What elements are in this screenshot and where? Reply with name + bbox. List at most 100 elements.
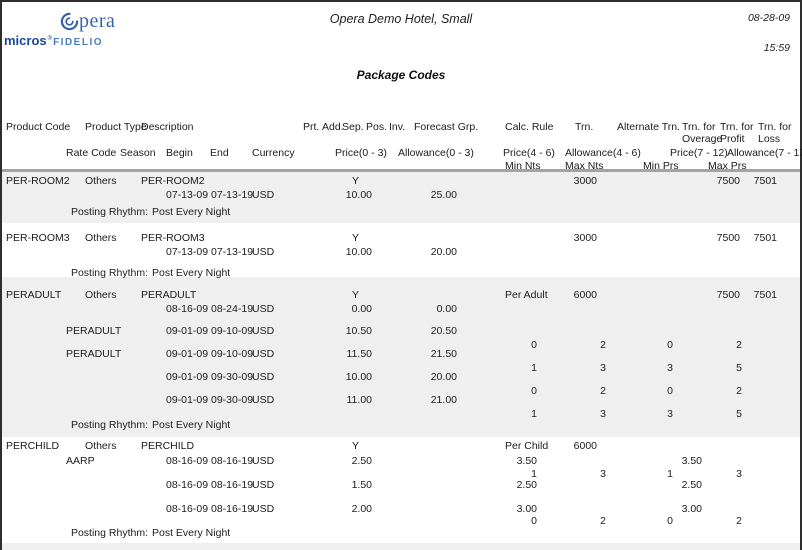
cell-begin-date: 08-16-09: [166, 503, 208, 515]
header-alternate-trn: Alternate Trn.: [617, 121, 680, 133]
cell-end-date: 07-13-19: [211, 246, 253, 258]
cell-currency: USD: [252, 189, 274, 201]
header-inv: Inv.: [389, 121, 405, 133]
package-codes-report: pera micros ® FIDELIO Opera Demo Hotel, …: [0, 0, 802, 550]
rate-row: 08-16-09 08-16-19 USD 1.50 2.50 2.50: [0, 479, 802, 492]
header-season: Season: [120, 147, 156, 159]
header-description: Description: [141, 121, 194, 133]
cell-begin-date: 08-16-09: [166, 455, 208, 467]
cell-price-0-3: 2.00: [302, 503, 372, 515]
posting-rhythm-label: Posting Rhythm:: [60, 206, 148, 218]
cell-product-code: PER-ROOM3: [6, 232, 70, 244]
posting-rhythm-label: Posting Rhythm:: [60, 419, 148, 431]
posting-rhythm-row: Posting Rhythm: Post Every Night: [0, 206, 802, 219]
cell-description: PER-ROOM3: [141, 232, 205, 244]
cell-price-0-3: 1.50: [302, 479, 372, 491]
posting-rhythm-value: Post Every Night: [152, 206, 230, 218]
cell-end-date: 08-24-19: [211, 303, 253, 315]
cell-product-type: Others: [85, 175, 117, 187]
cell-prt-flag: Y: [352, 289, 359, 301]
cell-trn: 3000: [527, 232, 597, 244]
cell-price-0-3: 10.00: [302, 189, 372, 201]
header-pos: Pos.: [366, 121, 387, 133]
cell-end-date: 08-16-19: [211, 503, 253, 515]
cell-begin-date: 09-01-09: [166, 394, 208, 406]
cell-prt-flag: Y: [352, 175, 359, 187]
registered-mark-icon: ®: [48, 36, 52, 42]
cell-end-date: 08-16-19: [211, 479, 253, 491]
cell-currency: USD: [252, 371, 274, 383]
cell-allowance-0-3: 21.00: [387, 394, 457, 406]
cell-price-4-6: 3.50: [467, 455, 537, 467]
cell-currency: USD: [252, 455, 274, 467]
micros-fidelio-wordmark: micros ® FIDELIO: [4, 33, 115, 48]
cell-begin-date: 08-16-09: [166, 303, 208, 315]
posting-rhythm-row: Posting Rhythm: Post Every Night: [0, 267, 802, 280]
rate-row: PERADULT 09-01-09 09-10-09 USD 11.50 21.…: [0, 348, 802, 361]
cell-trn: 3000: [527, 175, 597, 187]
cell-allowance-0-3: 20.00: [387, 246, 457, 258]
cell-price-4-6: 2.50: [467, 479, 537, 491]
cell-trn-for-loss: 7501: [707, 175, 777, 187]
header-price-0-3: Price(0 - 3): [335, 147, 387, 159]
cell-max-nts: 2: [536, 515, 606, 527]
cell-prt-flag: Y: [352, 440, 359, 452]
cell-begin-date: 09-01-09: [166, 348, 208, 360]
header-prt: Prt.: [303, 121, 319, 133]
header-currency: Currency: [252, 147, 295, 159]
cell-begin-date: 09-01-09: [166, 371, 208, 383]
cell-trn: 6000: [527, 289, 597, 301]
posting-rhythm-value: Post Every Night: [152, 527, 230, 539]
column-header-row-2: Rate Code Season Begin End Currency Pric…: [0, 147, 802, 160]
report-date: 08-28-09: [660, 12, 790, 24]
report-time: 15:59: [660, 42, 790, 54]
cell-currency: USD: [252, 348, 274, 360]
cell-product-type: Others: [85, 440, 117, 452]
row-band-shaded: [2, 543, 800, 550]
cell-rate-code: PERADULT: [66, 348, 121, 360]
posting-rhythm-value: Post Every Night: [152, 267, 230, 279]
cell-end-date: 09-10-09: [211, 325, 253, 337]
product-row: PERADULT Others PERADULT Y Per Adult 600…: [0, 289, 802, 302]
cell-description: PERADULT: [141, 289, 196, 301]
cell-currency: USD: [252, 303, 274, 315]
header-end: End: [210, 147, 229, 159]
cell-price-0-3: 10.50: [302, 325, 372, 337]
header-price-4-6: Price(4 - 6): [503, 147, 555, 159]
cell-end-date: 09-30-09: [211, 394, 253, 406]
header-divider: [2, 169, 800, 172]
cell-prt-flag: Y: [352, 232, 359, 244]
header-trn-for-loss: Trn. for: [758, 121, 791, 133]
cell-trn: 6000: [527, 440, 597, 452]
header-trn-for-profit: Trn. for: [720, 121, 753, 133]
cell-price-0-3: 0.00: [302, 303, 372, 315]
cell-price-0-3: 11.50: [302, 348, 372, 360]
cell-end-date: 07-13-19: [211, 189, 253, 201]
cell-price-7-12: 3.50: [632, 455, 702, 467]
cell-price-0-3: 10.00: [302, 246, 372, 258]
header-allowance-0-3: Allowance(0 - 3): [398, 147, 474, 159]
fidelio-logo-text: FIDELIO: [53, 37, 103, 48]
posting-rhythm-value: Post Every Night: [152, 419, 230, 431]
header-overage: Overage: [682, 133, 722, 145]
rate-row: 09-01-09 09-30-09 USD 11.00 21.00: [0, 394, 802, 407]
report-title: Package Codes: [0, 68, 802, 82]
cell-min-nts: 0: [467, 515, 537, 527]
header-trn-for-overage: Trn. for: [682, 121, 715, 133]
cell-end-date: 09-10-09: [211, 348, 253, 360]
cell-description: PERCHILD: [141, 440, 194, 452]
cell-end-date: 08-16-19: [211, 455, 253, 467]
header-forecast-grp: Forecast Grp.: [414, 121, 478, 133]
rate-row: 07-13-09 07-13-19 USD 10.00 20.00: [0, 246, 802, 259]
header-price-7-12: Price(7 - 12): [670, 147, 728, 159]
cell-price-4-6: 3.00: [467, 503, 537, 515]
cell-currency: USD: [252, 394, 274, 406]
header-loss: Loss: [758, 133, 780, 145]
product-row: PER-ROOM3 Others PER-ROOM3 Y 3000 7500 7…: [0, 232, 802, 245]
cell-min-prs: 0: [603, 515, 673, 527]
cell-allowance-0-3: 25.00: [387, 189, 457, 201]
cell-product-code: PERCHILD: [6, 440, 59, 452]
cell-currency: USD: [252, 325, 274, 337]
header-allowance-7-12: Allowance(7 - 12): [727, 147, 802, 159]
cell-rate-code: AARP: [66, 455, 95, 467]
